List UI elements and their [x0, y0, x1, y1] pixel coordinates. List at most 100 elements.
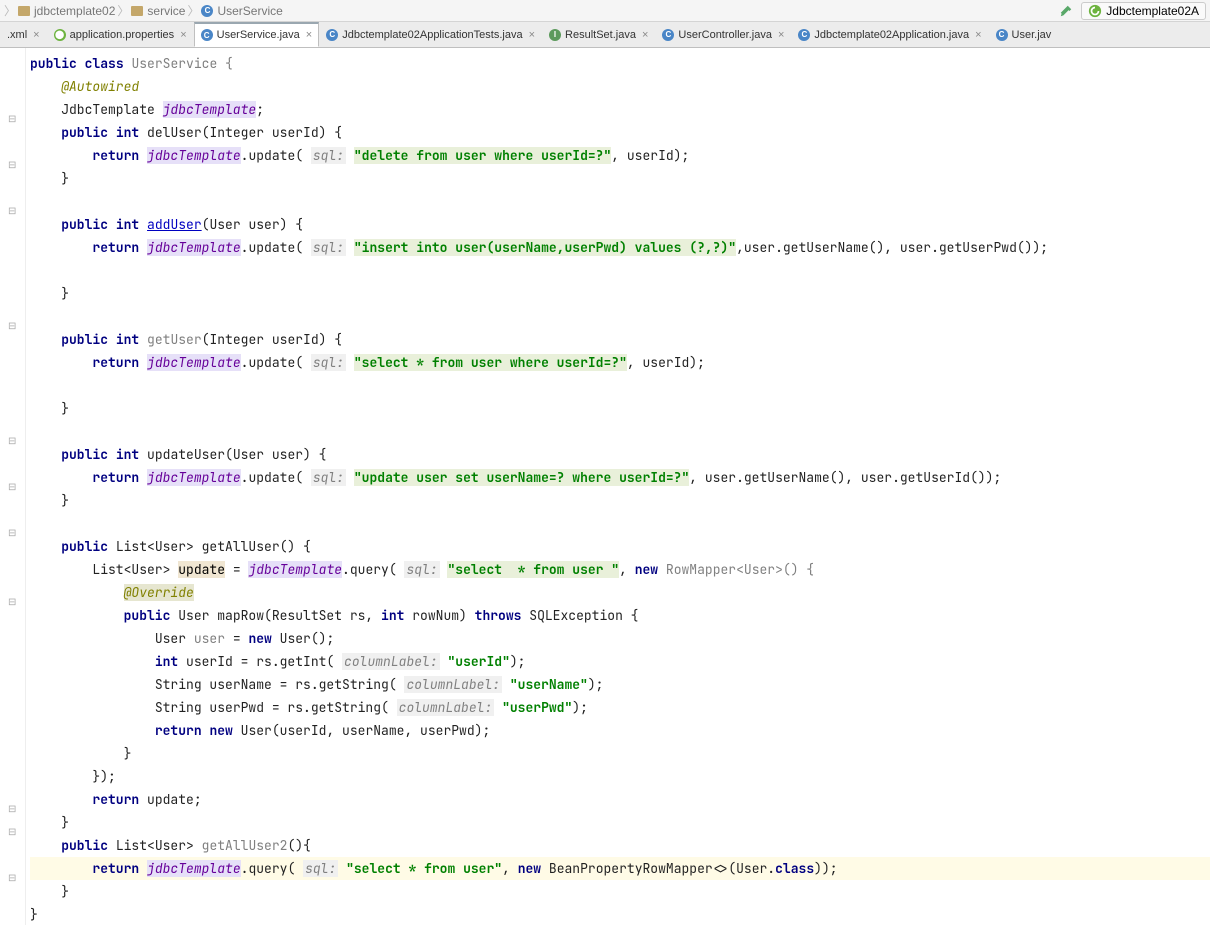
code-token: userId = rs.getInt( [178, 653, 334, 670]
close-icon[interactable]: × [33, 29, 39, 41]
editor-tab[interactable]: CJdbctemplate02ApplicationTests.java× [319, 22, 542, 47]
code-token: sql: [311, 354, 346, 371]
code-token: .query( [342, 561, 397, 578]
code-token: "select * from user" [346, 860, 502, 877]
editor-tab[interactable]: CUser.jav [989, 22, 1059, 47]
run-configuration-selector[interactable]: Jdbctemplate02A [1081, 2, 1206, 20]
breadcrumb-item[interactable]: UserService [217, 4, 282, 18]
chevron-right-icon: 〉 [117, 2, 129, 19]
fold-icon[interactable]: ⊟ [8, 114, 16, 125]
code-token: = [225, 561, 248, 578]
code-token: int [116, 446, 139, 463]
code-token: } [61, 814, 69, 831]
code-token: jdbcTemplate [147, 239, 241, 256]
code-token: new [248, 630, 271, 647]
code-token: User(userId, userName, userPwd); [233, 722, 490, 739]
code-token: int [116, 124, 139, 141]
code-token: sql: [311, 147, 346, 164]
code-token: update; [139, 791, 201, 808]
code-token: return [92, 791, 139, 808]
code-token: public [61, 124, 108, 141]
close-icon[interactable]: × [975, 29, 981, 41]
tab-label: UserController.java [678, 29, 772, 41]
code-token: .update( [241, 147, 303, 164]
code-token: int [155, 653, 178, 670]
code-token: String userPwd = rs.getString( [155, 699, 389, 716]
editor-tab[interactable]: ⬤application.properties× [47, 22, 194, 47]
code-token: update [178, 561, 225, 578]
fold-icon[interactable]: ⊟ [8, 482, 16, 493]
fold-icon[interactable]: ⊟ [8, 321, 16, 332]
code-token: "userId" [447, 653, 509, 670]
code-token: ; [256, 101, 264, 118]
code-token: public [61, 331, 108, 348]
code-token: new [635, 561, 658, 578]
java-class-icon: C [326, 29, 338, 41]
code-token: "insert into user(userName,userPwd) valu… [354, 239, 736, 256]
fold-icon[interactable]: ⊟ [8, 436, 16, 447]
fold-icon[interactable]: ⊟ [8, 827, 16, 838]
code-token: return [155, 722, 202, 739]
spring-icon: ⬤ [54, 29, 66, 41]
code-token: public [61, 446, 108, 463]
code-token: List<User> [92, 561, 178, 578]
breadcrumb-item[interactable]: service [147, 4, 185, 18]
code-token: } [61, 400, 69, 417]
code-token: return [92, 147, 139, 164]
close-icon[interactable]: × [180, 29, 186, 41]
code-token: getAllUser2 [202, 837, 288, 854]
code-token: , [502, 860, 518, 877]
code-token: throws [475, 607, 522, 624]
fold-icon[interactable]: ⊟ [8, 804, 16, 815]
fold-icon[interactable]: ⊟ [8, 528, 16, 539]
editor-tab[interactable]: CJdbctemplate02Application.java× [791, 22, 988, 47]
code-token: List<User> getAllUser() { [116, 538, 311, 555]
code-token: sql: [311, 469, 346, 486]
code-token: .query( [241, 860, 296, 877]
code-token: delUser(Integer userId) { [147, 124, 342, 141]
editor-tab[interactable]: IResultSet.java× [542, 22, 655, 47]
code-token: (Integer userId) { [202, 331, 342, 348]
folder-icon [131, 6, 143, 16]
code-token: "userPwd" [502, 699, 572, 716]
code-token: , user.getUserName(), user.getUserId()); [689, 469, 1001, 486]
class-icon: C [201, 5, 213, 17]
code-token: new [209, 722, 232, 739]
breadcrumb-item[interactable]: jdbctemplate02 [34, 4, 115, 18]
close-icon[interactable]: × [642, 29, 648, 41]
code-token: List<User> [116, 837, 202, 854]
code-token: rowNum) [404, 607, 474, 624]
close-icon[interactable]: × [529, 29, 535, 41]
code-token: } [30, 906, 38, 923]
fold-icon[interactable]: ⊟ [8, 597, 16, 608]
code-area[interactable]: public class UserService { @Autowired Jd… [26, 48, 1210, 925]
close-icon[interactable]: × [778, 29, 784, 41]
java-interface-icon: I [549, 29, 561, 41]
code-token: }); [92, 768, 115, 785]
gutter[interactable]: ⊟ ⊟ ⊟ ⊟ ⊟ ⊟ ⊟ ⊟ ⊟ ⊟ ⊟ [0, 48, 26, 925]
fold-icon[interactable]: ⊟ [8, 160, 16, 171]
code-token: "delete from user where userId=?" [354, 147, 611, 164]
code-token: jdbcTemplate [147, 860, 241, 877]
code-token: addUser [147, 216, 202, 233]
code-token: ); [572, 699, 588, 716]
code-token: User(); [272, 630, 334, 647]
editor-tabs: .xml× ⬤application.properties× CUserServ… [0, 22, 1210, 48]
code-token: "update user set userName=? where userId… [354, 469, 689, 486]
toolbar: 〉 jdbctemplate02 〉 service 〉 C UserServi… [0, 0, 1210, 22]
fold-icon[interactable]: ⊟ [8, 206, 16, 217]
code-token: getUser [147, 331, 202, 348]
hammer-icon[interactable] [1059, 4, 1073, 18]
editor-tab[interactable]: CUserService.java× [194, 22, 320, 47]
code-token: String userName = rs.getString( [155, 676, 397, 693]
editor-tab[interactable]: CUserController.java× [655, 22, 791, 47]
editor-tab[interactable]: .xml× [0, 22, 47, 47]
breadcrumb[interactable]: 〉 jdbctemplate02 〉 service 〉 C UserServi… [4, 2, 1059, 19]
code-token: return [92, 239, 139, 256]
code-token: .update( [241, 469, 303, 486]
code-token: int [116, 216, 139, 233]
toolbar-right: Jdbctemplate02A [1059, 2, 1206, 20]
close-icon[interactable]: × [306, 29, 312, 41]
fold-icon[interactable]: ⊟ [8, 873, 16, 884]
editor[interactable]: ⊟ ⊟ ⊟ ⊟ ⊟ ⊟ ⊟ ⊟ ⊟ ⊟ ⊟ public class UserS… [0, 48, 1210, 925]
